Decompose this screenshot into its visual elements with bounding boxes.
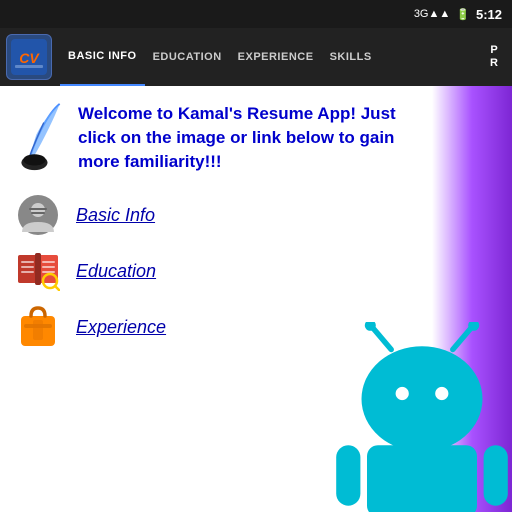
quill-icon: [16, 102, 66, 172]
svg-text:CV: CV: [19, 50, 40, 66]
more-button[interactable]: PR: [482, 44, 506, 70]
signal-icon: 3G▲▲: [414, 8, 450, 20]
tab-education[interactable]: EDUCATION: [145, 28, 230, 86]
clock: 5:12: [476, 7, 502, 22]
experience-item[interactable]: Experience: [16, 305, 496, 349]
experience-label: Experience: [76, 317, 166, 338]
battery-icon: 🔋: [456, 8, 470, 21]
tab-basic-info[interactable]: BASIC INFO: [60, 28, 145, 86]
nav-tabs: BASIC INFO EDUCATION EXPERIENCE SKILLS: [60, 28, 482, 86]
welcome-section: Welcome to Kamal's Resume App! Just clic…: [16, 102, 496, 173]
basic-info-item[interactable]: Basic Info: [16, 193, 496, 237]
app-logo[interactable]: CV: [6, 34, 52, 80]
education-label: Education: [76, 261, 156, 282]
basic-info-label: Basic Info: [76, 205, 155, 226]
status-bar: 3G▲▲ 🔋 5:12: [0, 0, 512, 28]
education-icon: [16, 249, 60, 293]
main-content: Welcome to Kamal's Resume App! Just clic…: [0, 86, 512, 512]
purple-gradient: [432, 86, 512, 512]
experience-icon: [16, 305, 60, 349]
welcome-text: Welcome to Kamal's Resume App! Just clic…: [78, 102, 418, 173]
tab-skills[interactable]: SKILLS: [322, 28, 380, 86]
basic-info-icon: [16, 193, 60, 237]
tab-experience[interactable]: EXPERIENCE: [230, 28, 322, 86]
menu-items: Basic Info: [16, 193, 496, 349]
nav-bar: CV BASIC INFO EDUCATION EXPERIENCE SKILL…: [0, 28, 512, 86]
education-item[interactable]: Education: [16, 249, 496, 293]
